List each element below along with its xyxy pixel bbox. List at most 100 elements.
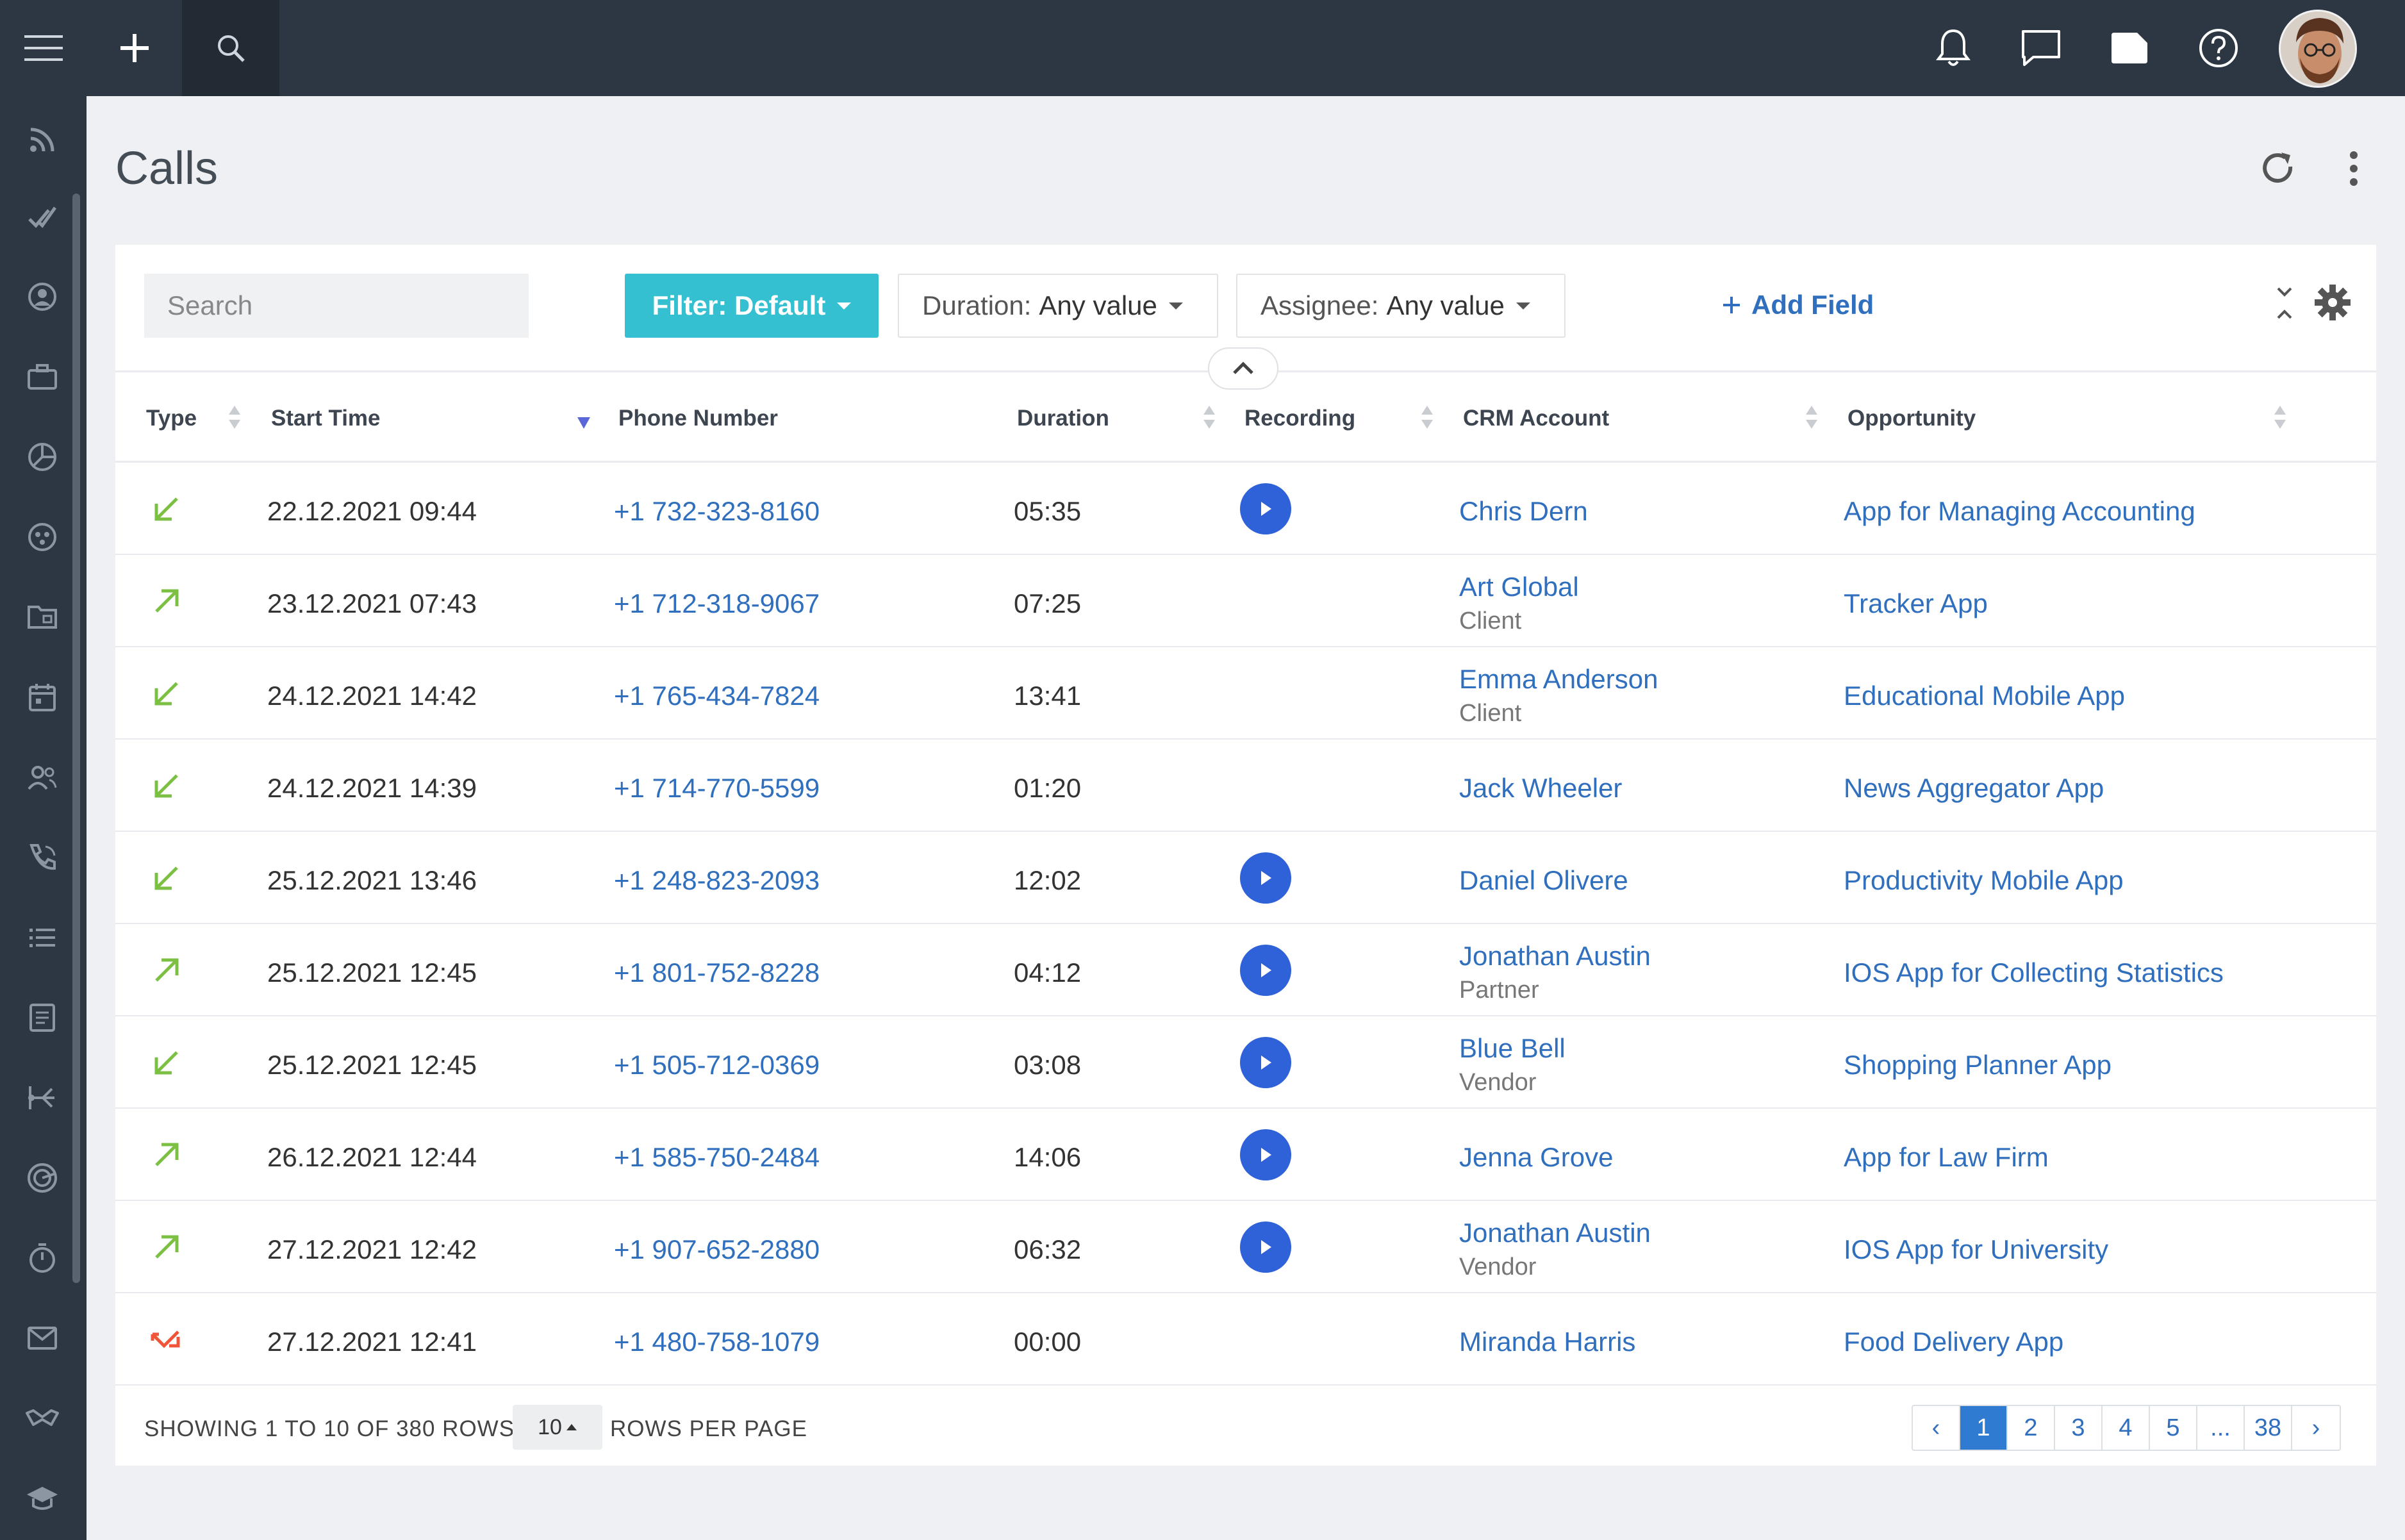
table-row[interactable]: 25.12.2021 12:45 +1 505-712-0369 03:08 Blue… — [115, 1016, 2376, 1109]
feed-icon[interactable] — [24, 122, 60, 158]
sort-desc-icon[interactable] — [577, 415, 591, 431]
phone-number-link[interactable]: +1 712-318-9067 — [614, 588, 820, 619]
crm-account-link[interactable]: Jack Wheeler — [1459, 773, 1622, 804]
previous-page-button[interactable]: ‹ — [1913, 1406, 1960, 1450]
sort-icon[interactable] — [2273, 403, 2287, 431]
table-row[interactable]: 25.12.2021 13:46 +1 248-823-2093 12:02 Dani… — [115, 832, 2376, 924]
help-icon[interactable] — [2183, 0, 2254, 96]
column-header-phone-number[interactable]: Phone Number — [618, 406, 778, 431]
opportunity-link[interactable]: Tracker App — [1844, 588, 1988, 619]
phone-number-link[interactable]: +1 732-323-8160 — [614, 496, 820, 527]
opportunity-link[interactable]: Shopping Planner App — [1844, 1050, 2112, 1080]
crm-account-link[interactable]: Jonathan Austin — [1459, 941, 1651, 972]
education-icon[interactable] — [24, 1480, 60, 1516]
phone-number-link[interactable]: +1 480-758-1079 — [614, 1327, 820, 1357]
page-button[interactable]: 38 — [2245, 1406, 2292, 1450]
chart-icon[interactable] — [24, 439, 60, 475]
refresh-icon[interactable] — [2257, 147, 2299, 190]
table-row[interactable]: 22.12.2021 09:44 +1 732-323-8160 05:35 Chri… — [115, 463, 2376, 555]
timer-icon[interactable] — [24, 1240, 60, 1276]
list-icon[interactable] — [24, 920, 60, 956]
document-icon[interactable] — [24, 1000, 60, 1036]
play-recording-button[interactable] — [1240, 852, 1291, 904]
opportunity-link[interactable]: IOS App for Collecting Statistics — [1844, 957, 2224, 988]
sort-icon[interactable] — [1805, 403, 1819, 431]
sort-icon[interactable] — [1202, 403, 1216, 431]
play-recording-button[interactable] — [1240, 945, 1291, 996]
chat-icon[interactable] — [2006, 0, 2076, 96]
mail-icon[interactable] — [24, 1320, 60, 1356]
crm-account-link[interactable]: Miranda Harris — [1459, 1327, 1635, 1357]
avatar[interactable] — [2279, 10, 2357, 88]
target-icon[interactable] — [24, 1160, 60, 1196]
team-icon[interactable] — [24, 759, 60, 795]
column-header-type[interactable]: Type — [146, 406, 197, 431]
phone-number-link[interactable]: +1 714-770-5599 — [614, 773, 820, 804]
search-icon[interactable] — [182, 0, 279, 96]
sort-icon[interactable] — [1420, 403, 1434, 431]
workflow-icon[interactable] — [24, 1080, 60, 1116]
play-recording-button[interactable] — [1240, 1037, 1291, 1088]
calls-icon[interactable] — [24, 840, 60, 875]
phone-number-link[interactable]: +1 907-652-2880 — [614, 1234, 820, 1265]
table-row[interactable]: 23.12.2021 07:43 +1 712-318-9067 07:25 Art … — [115, 555, 2376, 647]
opportunity-link[interactable]: News Aggregator App — [1844, 773, 2104, 804]
collapse-toolbar-toggle[interactable] — [1208, 347, 1278, 390]
crm-account-link[interactable]: Emma Anderson — [1459, 664, 1658, 695]
crm-account-link[interactable]: Art Global — [1459, 572, 1579, 602]
contacts-icon[interactable] — [24, 279, 60, 315]
opportunity-link[interactable]: IOS App for University — [1844, 1234, 2108, 1265]
column-header-opportunity[interactable]: Opportunity — [1847, 406, 1976, 431]
play-recording-button[interactable] — [1240, 483, 1291, 534]
column-header-recording[interactable]: Recording — [1244, 406, 1355, 431]
table-row[interactable]: 24.12.2021 14:42 +1 765-434-7824 13:41 Emma… — [115, 647, 2376, 740]
crm-account-link[interactable]: Chris Dern — [1459, 496, 1588, 527]
table-row[interactable]: 24.12.2021 14:39 +1 714-770-5599 01:20 Jack… — [115, 740, 2376, 832]
crm-account-link[interactable]: Jonathan Austin — [1459, 1218, 1651, 1248]
phone-number-link[interactable]: +1 248-823-2093 — [614, 865, 820, 896]
add-field-button[interactable]: Add Field — [1722, 290, 1874, 320]
filter-dropdown-button[interactable]: Filter: Default — [625, 274, 879, 338]
column-header-crm-account[interactable]: CRM Account — [1463, 406, 1609, 431]
play-recording-button[interactable] — [1240, 1221, 1291, 1273]
opportunity-link[interactable]: Food Delivery App — [1844, 1327, 2063, 1357]
deals-icon[interactable] — [24, 1400, 60, 1436]
page-button[interactable]: 4 — [2103, 1406, 2150, 1450]
phone-number-link[interactable]: +1 505-712-0369 — [614, 1050, 820, 1080]
table-row[interactable]: 26.12.2021 12:44 +1 585-750-2484 14:06 Jenn… — [115, 1109, 2376, 1201]
opportunity-link[interactable]: Productivity Mobile App — [1844, 865, 2124, 896]
collapse-icon[interactable] — [2269, 285, 2301, 322]
opportunity-link[interactable]: Educational Mobile App — [1844, 681, 2125, 711]
rows-per-page-select[interactable]: 10 — [513, 1405, 602, 1450]
bell-icon[interactable] — [1918, 0, 1988, 96]
sidebar-scrollbar[interactable] — [72, 194, 80, 1283]
support-icon[interactable] — [24, 519, 60, 555]
gear-icon[interactable] — [2313, 283, 2352, 322]
calendar-icon[interactable] — [24, 679, 60, 715]
column-header-duration[interactable]: Duration — [1017, 406, 1109, 431]
table-row[interactable]: 27.12.2021 12:42 +1 907-652-2880 06:32 Jona… — [115, 1201, 2376, 1293]
menu-icon[interactable] — [0, 0, 87, 96]
tag-icon[interactable] — [2094, 0, 2165, 96]
briefcase-icon[interactable] — [24, 359, 60, 395]
crm-account-link[interactable]: Jenna Grove — [1459, 1142, 1613, 1173]
table-row[interactable]: 25.12.2021 12:45 +1 801-752-8228 04:12 Jona… — [115, 924, 2376, 1016]
sort-icon[interactable] — [227, 403, 242, 431]
crm-account-link[interactable]: Daniel Olivere — [1459, 865, 1628, 896]
column-header-start-time[interactable]: Start Time — [271, 406, 381, 431]
phone-number-link[interactable]: +1 585-750-2484 — [614, 1142, 820, 1173]
play-recording-button[interactable] — [1240, 1129, 1291, 1180]
page-button[interactable]: 3 — [2055, 1406, 2103, 1450]
more-vertical-icon[interactable] — [2333, 147, 2375, 190]
duration-filter-chip[interactable]: Duration: Any value — [898, 274, 1218, 338]
plus-icon[interactable] — [87, 0, 182, 96]
next-page-button[interactable]: › — [2292, 1406, 2340, 1450]
table-row[interactable]: 27.12.2021 12:41 +1 480-758-1079 00:00 Mira… — [115, 1293, 2376, 1386]
phone-number-link[interactable]: +1 801-752-8228 — [614, 957, 820, 988]
folder-icon[interactable] — [24, 599, 60, 635]
tasks-icon[interactable] — [24, 199, 60, 235]
page-button[interactable]: 1 — [1960, 1406, 2008, 1450]
phone-number-link[interactable]: +1 765-434-7824 — [614, 681, 820, 711]
page-button[interactable]: 5 — [2150, 1406, 2197, 1450]
page-button[interactable]: 2 — [2008, 1406, 2055, 1450]
